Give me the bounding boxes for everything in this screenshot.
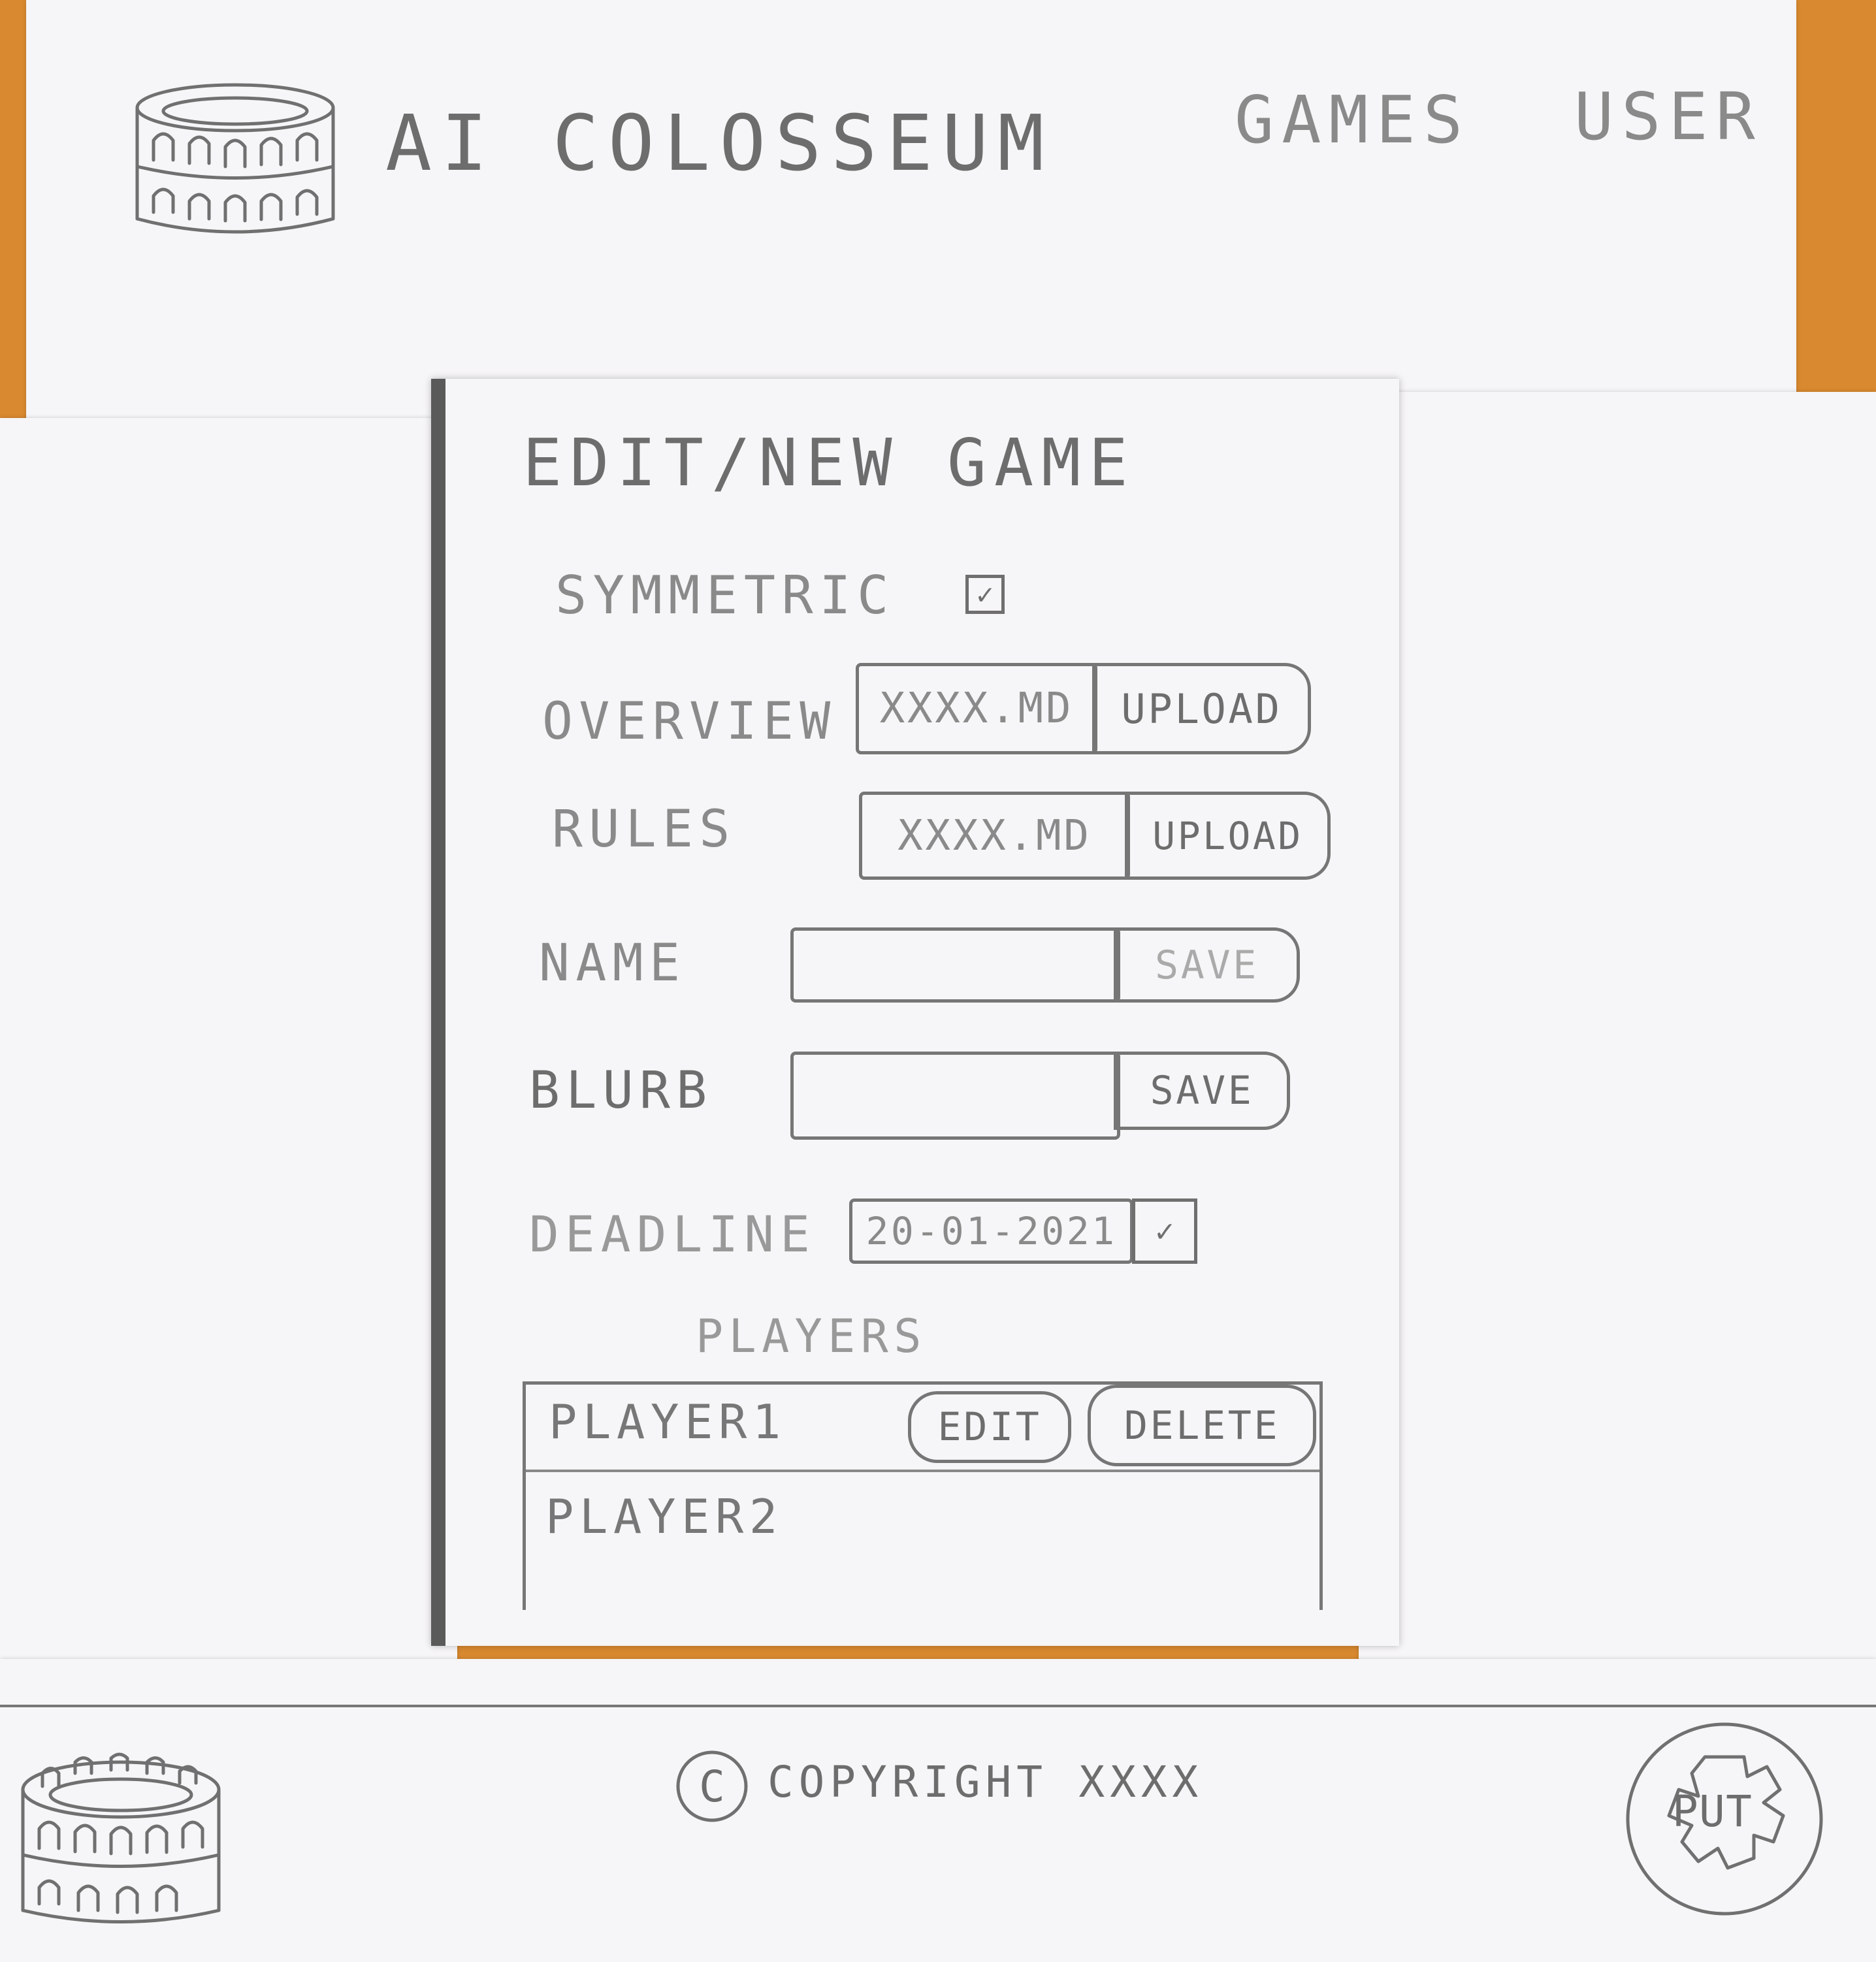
footer-divider [0,1705,1876,1707]
deadline-picker-button[interactable]: ✓ [1132,1198,1197,1264]
rules-label: RULES [552,800,736,859]
player-name: PLAYER1 [549,1394,786,1449]
app-title: AI COLOSSEUM [385,98,1054,188]
row-divider [526,1470,1319,1472]
edit-player-button[interactable]: EDIT [908,1391,1071,1463]
right-sidebar-sheet [1359,392,1876,1672]
rules-upload-button[interactable]: UPLOAD [1125,792,1331,880]
blurb-input[interactable] [790,1052,1120,1140]
copyright-text: COPYRIGHT XXXX [768,1757,1204,1807]
symmetric-label: SYMMETRIC [555,565,895,626]
symmetric-checkbox[interactable]: ✓ [965,575,1005,614]
name-label: NAME [539,934,687,993]
deadline-label: DEADLINE [529,1205,817,1263]
colosseum-icon[interactable] [124,72,346,242]
overview-label: OVERVIEW [542,692,837,751]
rules-file-value: XXXX.MD [898,811,1092,860]
nav-games-link[interactable]: GAMES [1235,82,1470,158]
overview-file-value: XXXX.MD [879,684,1074,733]
calendar-check-icon: ✓ [1155,1213,1174,1249]
player-name: PLAYER2 [545,1489,783,1544]
overview-upload-button[interactable]: UPLOAD [1092,663,1311,754]
deadline-date-value: 20-01-2021 [865,1209,1117,1253]
blurb-save-button[interactable]: SAVE [1114,1052,1290,1130]
colosseum-icon[interactable] [13,1744,229,1933]
name-input[interactable] [790,927,1120,1003]
blurb-label: BLURB [529,1061,713,1120]
delete-player-button[interactable]: DELETE [1088,1385,1316,1466]
nav-user-link[interactable]: USER [1574,78,1763,155]
university-logo-text: PUT [1672,1786,1753,1837]
name-save-button[interactable]: SAVE [1114,927,1300,1003]
players-title: PLAYERS [696,1310,927,1363]
page-title: EDIT/NEW GAME [523,425,1136,501]
left-sidebar-sheet [0,418,457,1672]
copyright-symbol: C [699,1761,725,1812]
